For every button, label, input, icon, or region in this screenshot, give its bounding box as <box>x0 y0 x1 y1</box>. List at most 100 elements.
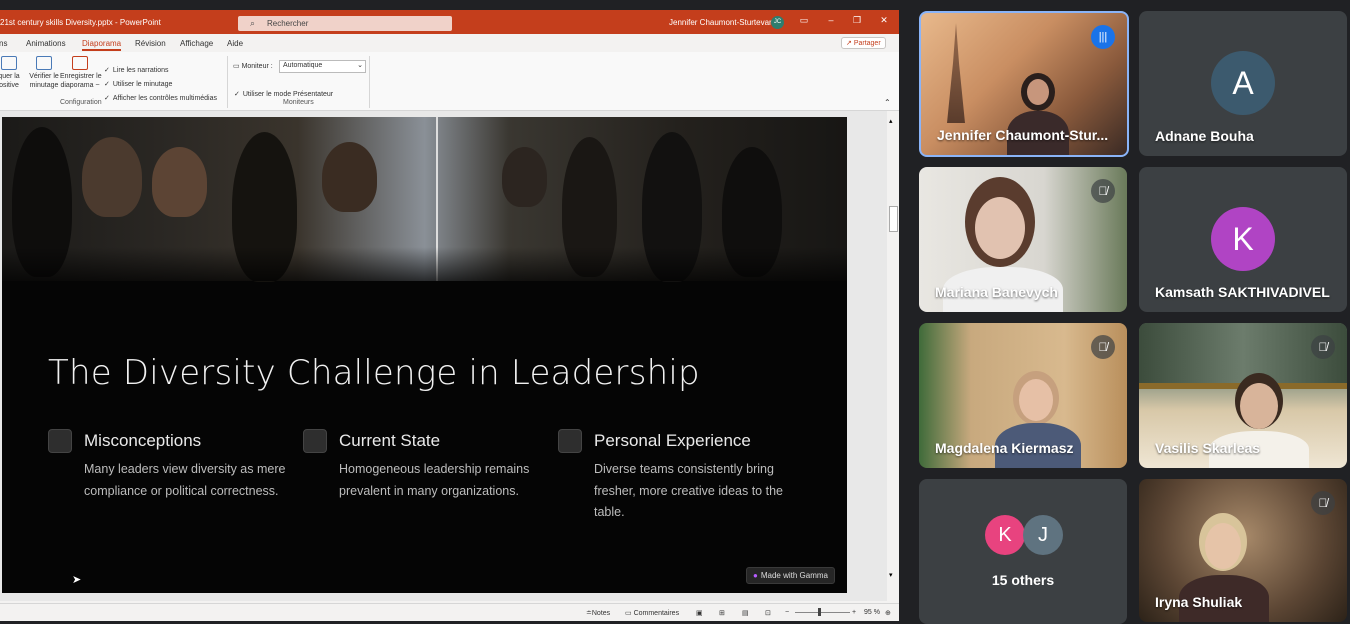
chevron-down-icon: ⌄ <box>357 62 363 69</box>
shared-screen: 21st century skills Diversity.pptx - Pow… <box>0 10 899 621</box>
minimize-icon[interactable]: – <box>825 15 837 25</box>
notes-label: Notes <box>591 610 611 617</box>
slideshow-view-icon[interactable]: ⊡ <box>765 609 771 617</box>
zoom-level[interactable]: 95 % <box>864 609 880 616</box>
monitor-select-value: Automatique <box>283 62 323 69</box>
normal-view-icon[interactable]: ▣ <box>696 609 703 617</box>
record-slideshow-button[interactable]: Enregistrer le diaporama ~ <box>60 56 102 90</box>
eiffel-tower-background <box>947 23 965 123</box>
vertical-scrollbar[interactable]: ▴ ▾ <box>887 111 899 601</box>
photo-shade <box>2 247 847 281</box>
bullet-box <box>558 429 582 453</box>
participant-tile-jennifer[interactable]: ||| Jennifer Chaumont-Stur... <box>919 11 1129 157</box>
mic-off-icon: 🎙̸ <box>1091 179 1115 203</box>
participant-avatar: J <box>1023 515 1063 555</box>
restore-icon[interactable]: ❐ <box>851 15 863 26</box>
tab-transitions[interactable]: ns <box>0 39 7 48</box>
photo-figure <box>502 147 547 207</box>
tab-animations[interactable]: Animations <box>26 39 66 48</box>
participant-avatar: K <box>1211 207 1275 271</box>
photo-figure <box>82 137 142 217</box>
tab-help[interactable]: Aide <box>227 39 243 48</box>
notes-button[interactable]: ≐Notes <box>586 609 610 617</box>
participant-name: Vasilis Skarleas <box>1155 440 1261 456</box>
collapse-ribbon-icon[interactable]: ⌃ <box>884 98 891 107</box>
fit-to-window-icon[interactable]: ⊕ <box>885 609 891 617</box>
tab-review[interactable]: Révision <box>135 39 166 48</box>
zoom-out-icon[interactable]: − <box>785 609 789 616</box>
tab-slideshow[interactable]: Diaporama <box>82 39 122 51</box>
search-box[interactable]: ⌕ Rechercher <box>238 16 452 31</box>
participant-tile-vasilis[interactable]: 🎙̸ Vasilis Skarleas <box>1139 323 1347 468</box>
zoom-slider-thumb[interactable] <box>818 608 821 616</box>
participant-tile-kamsath[interactable]: K Kamsath SAKTHIVADIVEL <box>1139 167 1347 312</box>
column-heading: Personal Experience <box>594 431 751 450</box>
participant-tile-mariana[interactable]: 🎙̸ Mariana Banevych <box>919 167 1127 312</box>
participant-name: Kamsath SAKTHIVADIVEL <box>1155 284 1330 300</box>
close-icon[interactable]: ✕ <box>878 15 890 26</box>
bullet-box <box>48 429 72 453</box>
scrollbar-thumb[interactable] <box>889 206 898 232</box>
slide-header-photo <box>2 117 847 282</box>
zoom-slider[interactable] <box>795 612 850 613</box>
participant-tile-adnane[interactable]: A Adnane Bouha <box>1139 11 1347 156</box>
slide[interactable]: The Diversity Challenge in Leadership Mi… <box>2 117 847 593</box>
gamma-logo-icon: ● <box>753 571 758 580</box>
participant-tile-magdalena[interactable]: 🎙̸ Magdalena Kiermasz <box>919 323 1127 468</box>
participant-face <box>1205 523 1241 569</box>
mouse-cursor-icon: ➤ <box>72 574 82 586</box>
status-bar: ≐Notes ▭ Commentaires ▣ ⊞ ▤ ⊡ − + 95 % ⊕ <box>0 603 899 621</box>
participant-tile-others[interactable]: K J 15 others <box>919 479 1127 624</box>
slide-title: The Diversity Challenge in Leadership <box>48 353 700 393</box>
user-name[interactable]: Jennifer Chaumont-Sturtevant <box>669 18 776 27</box>
mic-off-icon: 🎙̸ <box>1311 335 1335 359</box>
reading-view-icon[interactable]: ▤ <box>742 609 749 617</box>
participant-name: Adnane Bouha <box>1155 128 1254 144</box>
hide-slide-button[interactable]: quer la ositive <box>0 56 22 90</box>
participant-tile-iryna[interactable]: 🎙̸ Iryna Shuliak <box>1139 479 1347 622</box>
record-slideshow-label: Enregistrer le diaporama ~ <box>60 73 102 89</box>
configuration-group-label: Configuration <box>60 99 102 106</box>
slide-sorter-icon[interactable]: ⊞ <box>719 609 725 617</box>
presenter-view-checkbox[interactable]: Utiliser le mode Présentateur <box>234 90 333 98</box>
tab-view[interactable]: Affichage <box>180 39 213 48</box>
powerpoint-title-bar: 21st century skills Diversity.pptx - Pow… <box>0 10 899 34</box>
speaking-indicator-icon: ||| <box>1091 25 1115 49</box>
column-heading: Current State <box>339 431 441 450</box>
record-icon <box>72 56 88 70</box>
participant-avatar: A <box>1211 51 1275 115</box>
share-button[interactable]: ↗ Partager <box>841 37 886 49</box>
ribbon-tabs: ns Animations Diaporama Révision Afficha… <box>0 34 899 52</box>
check-timing-button[interactable]: Vérifier le minutage <box>28 56 60 90</box>
hide-slide-icon <box>1 56 17 70</box>
hide-slide-label: quer la ositive <box>0 73 20 89</box>
participant-name: Iryna Shuliak <box>1155 594 1243 610</box>
participant-face <box>975 197 1025 259</box>
monitor-select[interactable]: Automatique ⌄ <box>279 60 366 73</box>
ribbon-panel: quer la ositive Vérifier le minutage Enr… <box>0 52 899 111</box>
participant-name: Jennifer Chaumont-Stur... <box>937 127 1109 143</box>
monitor-label: ▭ Moniteur : <box>233 63 273 70</box>
column-body: Diverse teams consistently bring fresher… <box>594 462 783 519</box>
made-with-gamma-badge[interactable]: ● Made with Gamma <box>746 567 835 584</box>
scroll-down-icon[interactable]: ▾ <box>889 571 893 579</box>
check-timing-label: Vérifier le minutage <box>29 73 59 89</box>
search-placeholder: Rechercher <box>267 19 309 28</box>
share-label: Partager <box>853 40 881 47</box>
show-media-controls-checkbox[interactable]: Afficher les contrôles multimédias <box>104 94 217 102</box>
zoom-in-icon[interactable]: + <box>852 609 856 616</box>
ribbon-separator <box>369 56 370 108</box>
scroll-up-icon[interactable]: ▴ <box>889 117 893 125</box>
comments-button[interactable]: ▭ Commentaires <box>625 609 679 617</box>
document-title: 21st century skills Diversity.pptx - Pow… <box>0 18 161 27</box>
participant-name: Mariana Banevych <box>935 284 1058 300</box>
gamma-badge-label: Made with Gamma <box>760 571 828 580</box>
play-narrations-checkbox[interactable]: Lire les narrations <box>104 66 169 74</box>
monitors-group-label: Moniteurs <box>283 99 314 106</box>
photo-figure <box>152 147 207 217</box>
use-timing-checkbox[interactable]: Utiliser le minutage <box>104 80 173 88</box>
user-avatar[interactable]: JC <box>771 16 784 29</box>
ribbon-display-icon[interactable]: ▭ <box>798 15 810 26</box>
mic-off-icon: 🎙̸ <box>1311 491 1335 515</box>
photo-figure <box>322 142 377 212</box>
